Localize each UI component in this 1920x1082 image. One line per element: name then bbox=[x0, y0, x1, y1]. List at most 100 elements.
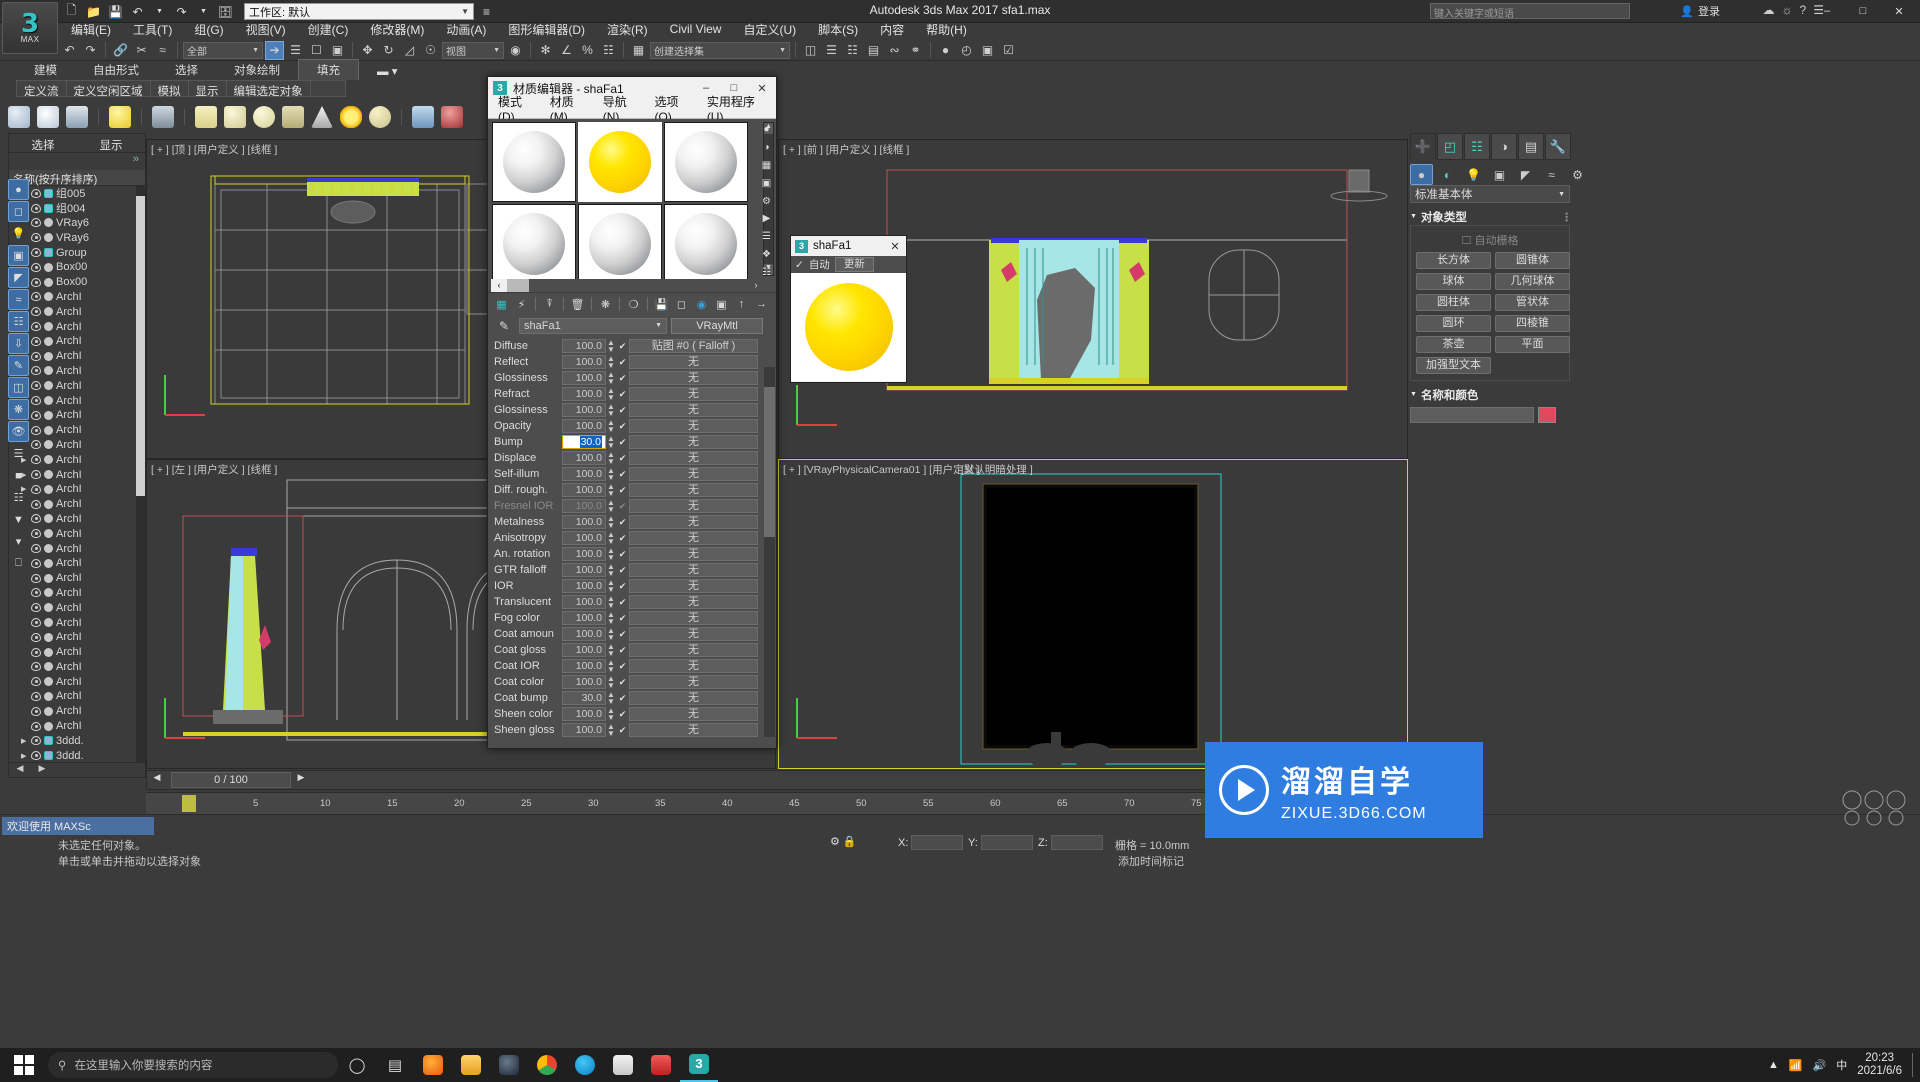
object-icon[interactable] bbox=[44, 692, 53, 701]
object-icon[interactable] bbox=[44, 218, 53, 227]
parameter-map-button[interactable]: 无 bbox=[629, 355, 758, 369]
eye-icon[interactable] bbox=[31, 440, 41, 449]
parameter-row-19[interactable]: Coat gloss100.0▲▼✔无 bbox=[488, 642, 776, 658]
eye-icon[interactable] bbox=[31, 692, 41, 701]
eye-icon[interactable] bbox=[31, 544, 41, 553]
parameter-map-button[interactable]: 无 bbox=[629, 579, 758, 593]
spinner-arrows-icon[interactable]: ▲▼ bbox=[606, 627, 616, 641]
render-production-icon[interactable]: ☑ bbox=[999, 41, 1018, 60]
cylinder-icon[interactable] bbox=[282, 106, 304, 128]
ribbon-tab-3[interactable]: 对象绘制 bbox=[216, 60, 298, 80]
cortana-icon[interactable]: ◯ bbox=[338, 1048, 376, 1082]
parameter-spinner-input[interactable]: 100.0 bbox=[562, 451, 606, 465]
parameter-enable-checkbox[interactable]: ✔ bbox=[616, 645, 629, 656]
rect-select-region-icon[interactable]: ☐ bbox=[307, 41, 326, 60]
help-search-input[interactable]: 键入关键字或短语 bbox=[1430, 3, 1630, 19]
object-icon[interactable] bbox=[44, 426, 53, 435]
object-color-swatch[interactable] bbox=[1538, 407, 1556, 423]
parameter-spinner-input[interactable]: 100.0 bbox=[562, 627, 606, 641]
material-icon[interactable] bbox=[66, 106, 88, 128]
list-item[interactable]: ArchI bbox=[9, 719, 145, 734]
selection-filter-combo[interactable]: 全部 ▼ bbox=[183, 42, 263, 59]
go-to-parent-icon[interactable]: ↑ bbox=[733, 296, 750, 313]
viewport-navigation-cube[interactable] bbox=[1836, 784, 1914, 826]
filter-xrefs-icon[interactable]: ⇩ bbox=[8, 333, 29, 354]
parameter-spinner-input[interactable]: 100.0 bbox=[562, 403, 606, 417]
select-object-icon[interactable]: ➔ bbox=[265, 41, 284, 60]
parameter-spinner-input[interactable]: 100.0 bbox=[562, 659, 606, 673]
parameter-row-10[interactable]: Fresnel IOR100.0▲▼✔无 bbox=[488, 498, 776, 514]
eye-icon[interactable] bbox=[31, 248, 41, 257]
parameter-map-button[interactable]: 无 bbox=[629, 515, 758, 529]
viewport-camera-label[interactable]: [ + ] [VRayPhysicalCamera01 ] [用户定义 ] bbox=[783, 462, 980, 477]
sphere-primitive-icon[interactable] bbox=[224, 106, 246, 128]
object-icon[interactable] bbox=[44, 633, 53, 642]
parameter-row-9[interactable]: Diff. rough.100.0▲▼✔无 bbox=[488, 482, 776, 498]
ribbon-toggle-icon[interactable]: ▤ bbox=[864, 41, 883, 60]
spinner-arrows-icon[interactable]: ▲▼ bbox=[606, 579, 616, 593]
parameter-enable-checkbox[interactable]: ✔ bbox=[616, 517, 629, 528]
parameter-spinner-input[interactable]: 100.0 bbox=[562, 499, 606, 513]
primitive-button-5[interactable]: 管状体 bbox=[1495, 294, 1570, 311]
select-link-icon[interactable]: 🔗 bbox=[111, 41, 130, 60]
parameter-spinner-input[interactable]: 100.0 bbox=[562, 563, 606, 577]
notes-icon[interactable] bbox=[604, 1048, 642, 1082]
spinner-arrows-icon[interactable]: ▲▼ bbox=[606, 371, 616, 385]
nav-scroll-thumb[interactable] bbox=[507, 279, 529, 292]
menu-item-0[interactable]: 编辑(E) bbox=[60, 19, 122, 40]
parameter-spinner-input[interactable]: 100.0 bbox=[562, 355, 606, 369]
parameter-map-button[interactable]: 无 bbox=[629, 643, 758, 657]
object-icon[interactable] bbox=[44, 307, 53, 316]
eyedropper-icon[interactable]: ✎ bbox=[493, 319, 515, 333]
spinner-arrows-icon[interactable]: ▲▼ bbox=[606, 707, 616, 721]
spinner-arrows-icon[interactable]: ▲▼ bbox=[606, 691, 616, 705]
cone-icon[interactable] bbox=[311, 106, 333, 128]
absolute-relative-toggle-icon[interactable]: ⚙ bbox=[830, 835, 840, 848]
reference-coordinate-combo[interactable]: 视图 ▼ bbox=[442, 42, 504, 59]
parameter-spinner-input[interactable]: 100.0 bbox=[562, 579, 606, 593]
material-slot-4[interactable] bbox=[578, 204, 662, 284]
expand-arrow-icon[interactable]: ▶ bbox=[21, 752, 28, 760]
filter-geometry-icon[interactable]: ● bbox=[8, 179, 29, 200]
object-icon[interactable] bbox=[44, 381, 53, 390]
lights-icon[interactable]: 💡 bbox=[1462, 164, 1485, 185]
spinner-arrows-icon[interactable]: ▲▼ bbox=[606, 595, 616, 609]
systems-icon[interactable]: ⚙ bbox=[1566, 164, 1589, 185]
list-item[interactable]: ArchI bbox=[9, 600, 145, 615]
spinner-arrows-icon[interactable]: ▲▼ bbox=[606, 723, 616, 737]
filter-shapes-icon[interactable]: ◻ bbox=[8, 201, 29, 222]
ime-indicator[interactable]: 中 bbox=[1836, 1057, 1847, 1073]
parameter-spinner-input[interactable]: 100.0 bbox=[562, 483, 606, 497]
parameter-spinner-input[interactable]: 100.0 bbox=[562, 387, 606, 401]
make-unique-icon[interactable]: ❍ bbox=[625, 296, 642, 313]
scrollbar-thumb[interactable] bbox=[764, 387, 775, 537]
primitive-button-0[interactable]: 长方体 bbox=[1416, 252, 1491, 269]
parameter-row-23[interactable]: Sheen color100.0▲▼✔无 bbox=[488, 706, 776, 722]
menu-item-10[interactable]: 自定义(U) bbox=[732, 19, 807, 40]
prev-page-icon[interactable]: ◀ bbox=[9, 763, 31, 778]
render-setup-icon[interactable]: ◴ bbox=[957, 41, 976, 60]
eye-icon[interactable] bbox=[31, 648, 41, 657]
visibility-toggle-icon[interactable]: 👁 bbox=[8, 421, 29, 442]
ribbon-subitem-3[interactable]: 显示 bbox=[189, 81, 227, 96]
spinner-arrows-icon[interactable]: ▲▼ bbox=[606, 419, 616, 433]
parameter-row-13[interactable]: An. rotation100.0▲▼✔无 bbox=[488, 546, 776, 562]
parameter-map-button[interactable]: 无 bbox=[629, 691, 758, 705]
show-desktop-icon[interactable] bbox=[1912, 1053, 1916, 1077]
list-item[interactable]: ArchI bbox=[9, 630, 145, 645]
start-button[interactable] bbox=[0, 1048, 48, 1082]
eye-icon[interactable] bbox=[31, 618, 41, 627]
primitive-button-4[interactable]: 圆柱体 bbox=[1416, 294, 1491, 311]
put-to-library-icon[interactable]: 💾 bbox=[653, 296, 670, 313]
bind-spacewarp-icon[interactable]: ≈ bbox=[153, 41, 172, 60]
parameter-enable-checkbox[interactable]: ✔ bbox=[616, 453, 629, 464]
eye-icon[interactable] bbox=[31, 736, 41, 745]
preview-window-titlebar[interactable]: 3 shaFa1 ✕ bbox=[791, 236, 906, 256]
group-icon[interactable] bbox=[44, 204, 53, 213]
spinner-arrows-icon[interactable]: ▲▼ bbox=[606, 403, 616, 417]
ribbon-options-icon[interactable]: ▬ ▾ bbox=[359, 62, 415, 80]
sample-uv-tiling-icon[interactable]: ▣ bbox=[759, 177, 774, 190]
placement-icon[interactable]: ☉ bbox=[421, 41, 440, 60]
parameter-map-button[interactable]: 无 bbox=[629, 595, 758, 609]
preview-render-area[interactable] bbox=[791, 273, 906, 381]
